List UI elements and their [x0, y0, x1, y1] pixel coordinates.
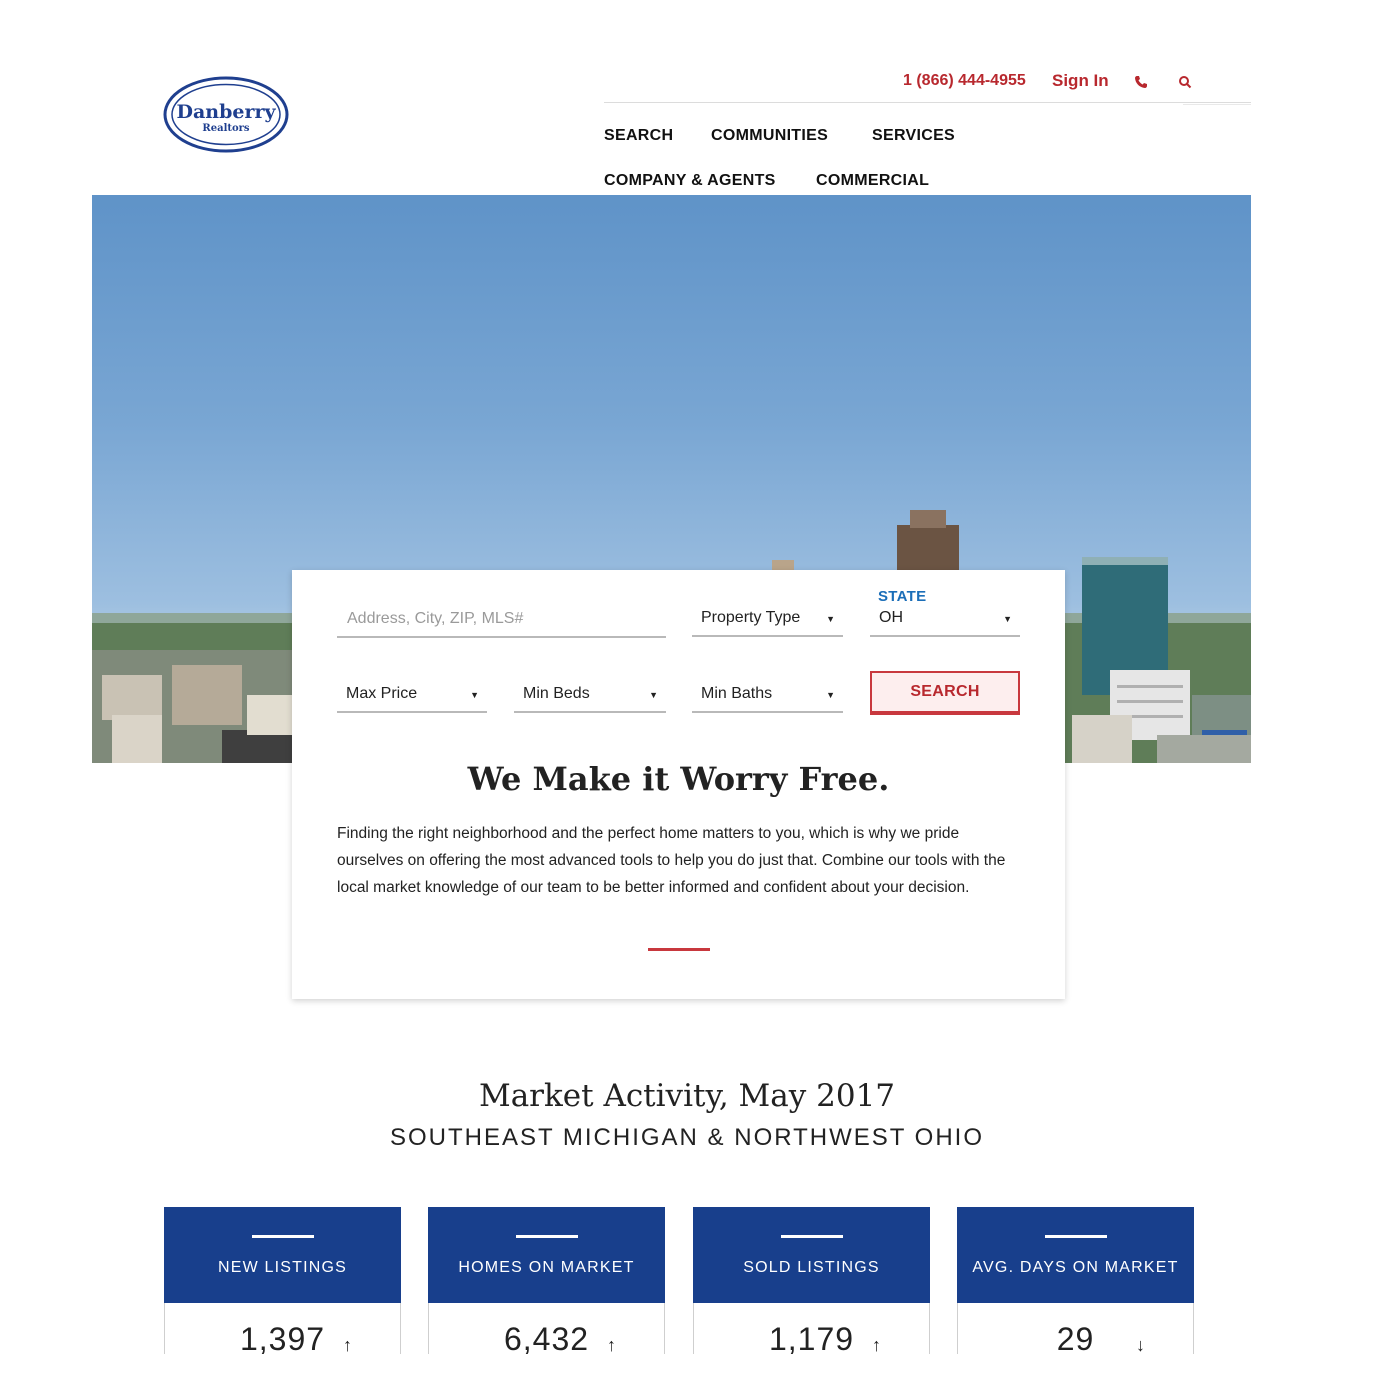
stat-card-header: SOLD LISTINGS	[693, 1207, 930, 1303]
address-search-field[interactable]	[337, 604, 666, 638]
nav-company-agents[interactable]: COMPANY & AGENTS	[604, 172, 776, 190]
intro-body: Finding the right neighborhood and the p…	[337, 825, 1006, 896]
stat-label: AVG. DAYS ON MARKET	[972, 1259, 1179, 1276]
state-value: OH	[879, 609, 903, 626]
viewport-bottom-mask	[0, 1354, 1374, 1392]
stat-value: 1,397	[239, 1321, 326, 1357]
chevron-down-icon: ▼	[649, 690, 658, 700]
nav-search[interactable]: SEARCH	[604, 127, 673, 145]
stat-card-new-listings: NEW LISTINGS 1,397 ↑	[164, 1207, 401, 1367]
stat-card-avg-days-on-market: AVG. DAYS ON MARKET 29 ↓	[957, 1207, 1194, 1367]
stat-card-homes-on-market: HOMES ON MARKET 6,432 ↑	[428, 1207, 665, 1367]
property-type-select[interactable]: Property Type ▼	[692, 603, 843, 637]
min-baths-select[interactable]: Min Baths ▼	[692, 679, 843, 713]
chevron-down-icon: ▼	[826, 614, 835, 624]
nav-communities[interactable]: COMMUNITIES	[711, 127, 828, 145]
stat-card-accent	[1044, 1235, 1107, 1238]
stat-value: 29	[1056, 1321, 1095, 1357]
stat-value: 1,179	[768, 1321, 855, 1357]
trend-up-icon: ↑	[343, 1335, 352, 1355]
address-search-input[interactable]	[337, 604, 666, 634]
stat-card-header: AVG. DAYS ON MARKET	[957, 1207, 1194, 1303]
intro-title: We Make it Worry Free.	[467, 760, 890, 798]
trend-up-icon: ↑	[872, 1335, 881, 1355]
market-activity-subtitle: SOUTHEAST MICHIGAN & NORTHWEST OHIO	[389, 1124, 985, 1151]
header-divider	[604, 102, 1251, 103]
header-phone-number[interactable]: 1 (866) 444-4955	[903, 72, 1026, 90]
header-divider-accent	[1183, 104, 1251, 105]
stat-value: 6,432	[503, 1321, 590, 1357]
max-price-select[interactable]: Max Price ▼	[337, 679, 487, 713]
stat-card-header: NEW LISTINGS	[164, 1207, 401, 1303]
phone-icon[interactable]	[1133, 74, 1149, 90]
state-select[interactable]: OH ▼	[870, 603, 1020, 637]
min-baths-value: Min Baths	[701, 685, 773, 702]
nav-services[interactable]: SERVICES	[872, 127, 955, 145]
stat-card-accent	[515, 1235, 578, 1238]
search-button[interactable]: SEARCH	[870, 671, 1020, 715]
min-beds-value: Min Beds	[523, 685, 590, 702]
stat-card-accent	[251, 1235, 314, 1238]
chevron-down-icon: ▼	[470, 690, 479, 700]
market-activity-title: Market Activity, May 2017	[478, 1078, 896, 1114]
logo-text: Danberry	[176, 101, 276, 123]
trend-up-icon: ↑	[607, 1335, 616, 1355]
min-beds-select[interactable]: Min Beds ▼	[514, 679, 666, 713]
stat-card-accent	[780, 1235, 843, 1238]
nav-commercial[interactable]: COMMERCIAL	[816, 172, 929, 190]
trend-down-icon: ↓	[1136, 1335, 1145, 1355]
stat-card-header: HOMES ON MARKET	[428, 1207, 665, 1303]
max-price-value: Max Price	[346, 685, 418, 702]
chevron-down-icon: ▼	[1003, 614, 1012, 624]
sign-in-link[interactable]: Sign In	[1052, 71, 1109, 91]
property-type-value: Property Type	[701, 609, 801, 626]
danberry-logo[interactable]: Danberry Realtors	[163, 76, 289, 153]
stat-label: SOLD LISTINGS	[743, 1259, 880, 1276]
stat-label: NEW LISTINGS	[217, 1259, 348, 1276]
search-icon[interactable]	[1177, 74, 1193, 90]
chevron-down-icon: ▼	[826, 690, 835, 700]
stat-label: HOMES ON MARKET	[458, 1259, 635, 1276]
intro-divider	[648, 948, 710, 951]
stat-card-sold-listings: SOLD LISTINGS 1,179 ↑	[693, 1207, 930, 1367]
logo-subtext: Realtors	[202, 123, 250, 134]
